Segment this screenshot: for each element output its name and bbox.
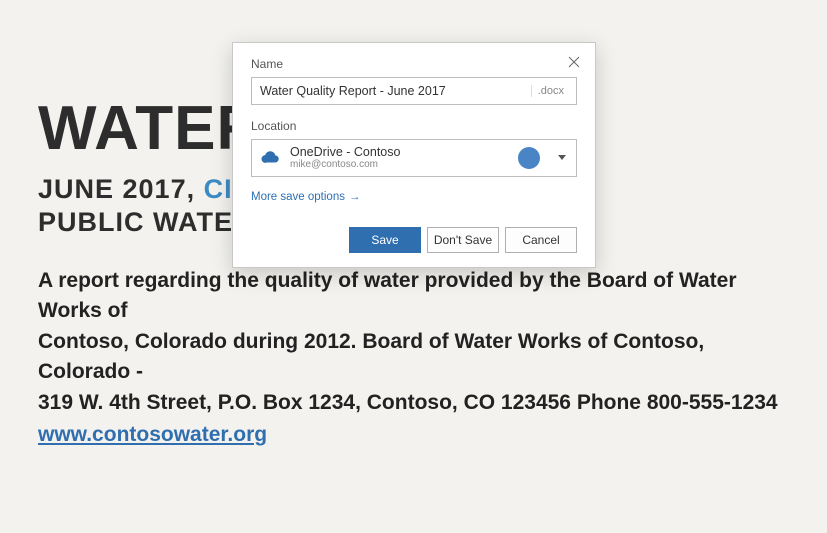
dialog-buttons: Save Don't Save Cancel <box>251 227 577 253</box>
name-label: Name <box>251 57 577 71</box>
onedrive-icon <box>260 151 282 165</box>
dont-save-button[interactable]: Don't Save <box>427 227 499 253</box>
cancel-button[interactable]: Cancel <box>505 227 577 253</box>
close-icon[interactable] <box>563 51 585 73</box>
more-save-options-link[interactable]: More save options → <box>251 191 360 203</box>
arrow-right-icon: → <box>349 191 361 203</box>
save-button[interactable]: Save <box>349 227 421 253</box>
loading-spinner-icon <box>518 147 540 169</box>
location-dropdown[interactable]: OneDrive - Contoso mike@contoso.com <box>251 139 577 177</box>
filename-row: .docx <box>251 77 577 105</box>
file-extension[interactable]: .docx <box>531 85 576 97</box>
chevron-down-icon <box>558 155 566 160</box>
filename-input[interactable] <box>252 84 531 98</box>
save-dialog: Name .docx Location OneDrive - Contoso m… <box>232 42 596 268</box>
location-email: mike@contoso.com <box>290 159 400 170</box>
document-link[interactable]: www.contosowater.org <box>38 420 267 450</box>
document-body: A report regarding the quality of water … <box>38 266 798 451</box>
location-label: Location <box>251 119 577 133</box>
location-name: OneDrive - Contoso <box>290 146 400 160</box>
